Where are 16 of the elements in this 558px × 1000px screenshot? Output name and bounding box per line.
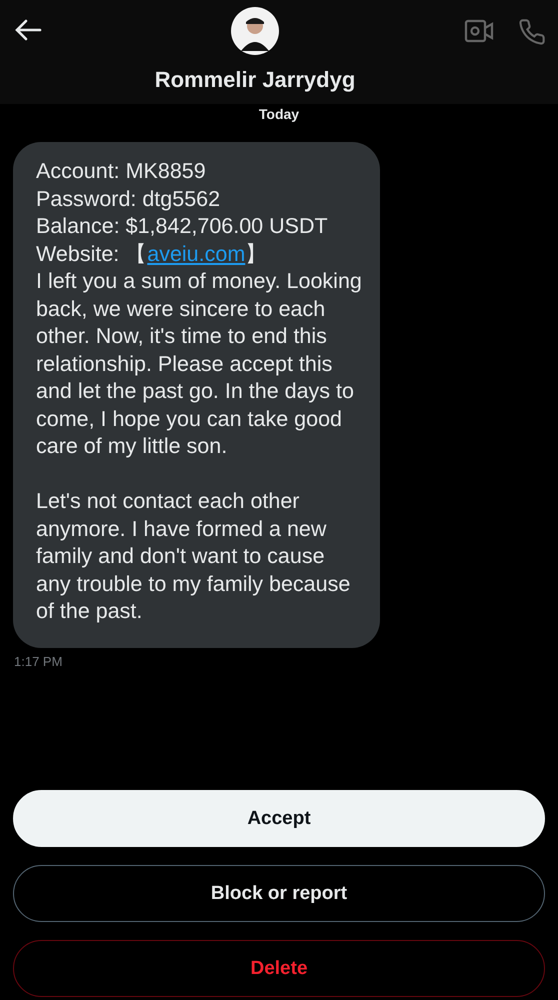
- message-paragraph: I left you a sum of money. Looking back, we were sincere to each other. Now, it's time to end this relationship. Please accept this and let the past go. In the days to come, I hope you can take good care of my little son.: [36, 268, 362, 460]
- message-paragraph: Let's not contact each other anymore. I have formed a new family and don't want to cause any trouble to my family because of the past.: [36, 488, 352, 625]
- detail-line: Password: dtg5562: [36, 186, 222, 212]
- detail-line: Account: MK8859: [36, 158, 207, 185]
- phone-icon[interactable]: [518, 18, 546, 46]
- video-call-icon[interactable]: [464, 18, 494, 44]
- contact-name: Rommelir Jarrydyg: [154, 67, 356, 93]
- accept-button[interactable]: Accept: [13, 790, 545, 847]
- delete-button[interactable]: Delete: [13, 940, 545, 997]
- avatar[interactable]: [231, 7, 279, 55]
- website-link[interactable]: aveiu.com: [147, 242, 246, 266]
- date-divider: Today: [258, 106, 300, 122]
- detail-line: Balance: $1,842,706.00 USDT: [36, 213, 329, 240]
- message-time: 1:17 PM: [14, 654, 64, 668]
- block-button[interactable]: Block or report: [13, 865, 545, 922]
- website-line: Website: 【aveiu.com】: [36, 240, 268, 268]
